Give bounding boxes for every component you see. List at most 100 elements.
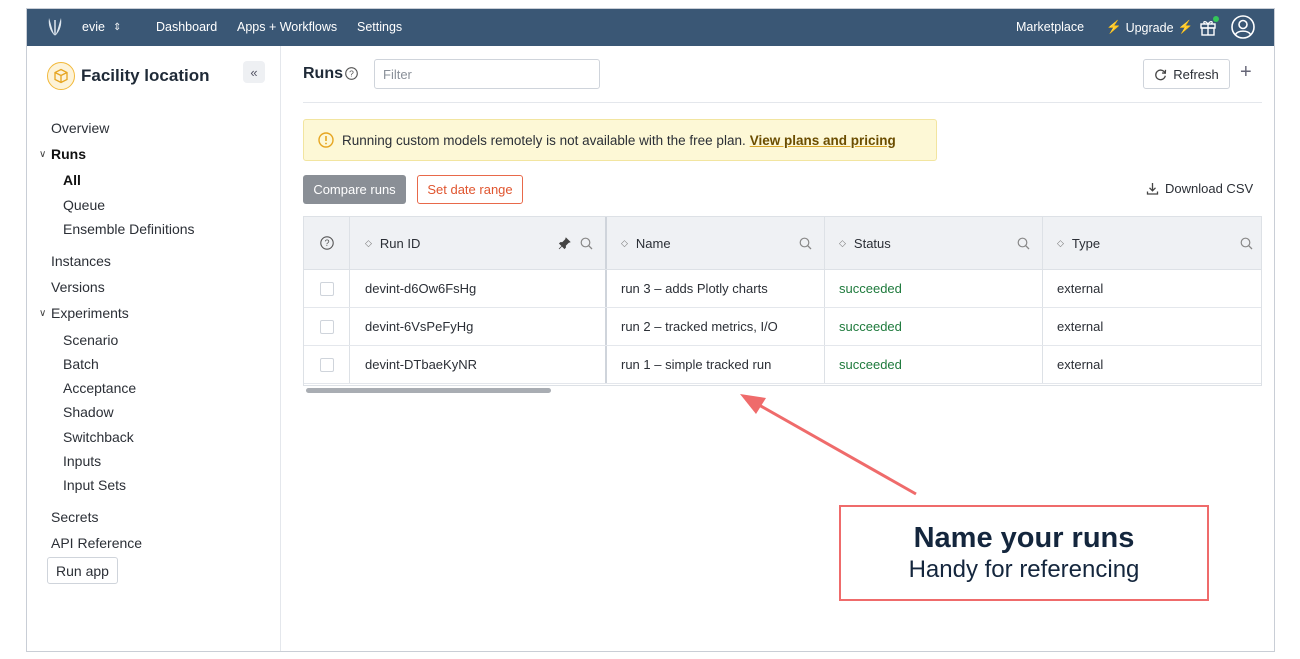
- chevron-updown-icon: ⇕: [112, 21, 122, 33]
- row-checkbox-cell: [304, 346, 350, 383]
- run-status-cell: succeeded: [825, 270, 1043, 307]
- horizontal-scrollbar[interactable]: [306, 388, 551, 393]
- row-checkbox[interactable]: [319, 281, 334, 296]
- run-id-cell[interactable]: devint-DTbaeKyNR: [350, 346, 607, 383]
- run-type-cell: external: [1057, 281, 1104, 296]
- column-header-type[interactable]: ◇ Type: [1043, 217, 1261, 269]
- table-header: ? ◇ Run ID ◇ Name ◇ Status ◇ Type: [304, 217, 1261, 270]
- avatar-icon[interactable]: [1231, 15, 1255, 39]
- runs-table: ? ◇ Run ID ◇ Name ◇ Status ◇ Type devint…: [303, 216, 1262, 386]
- sidebar-item-experiments[interactable]: Experiments: [51, 305, 129, 321]
- warning-icon: [318, 132, 334, 148]
- run-name-cell[interactable]: run 1 – simple tracked run: [607, 346, 825, 383]
- pin-icon[interactable]: [558, 237, 571, 250]
- run-name-cell[interactable]: run 2 – tracked metrics, I/O: [607, 308, 825, 345]
- compare-runs-button[interactable]: Compare runs: [303, 175, 406, 204]
- search-icon[interactable]: [1017, 237, 1030, 250]
- sidebar-item-runs[interactable]: Runs: [51, 146, 86, 162]
- nav-dashboard[interactable]: Dashboard: [156, 20, 217, 34]
- svg-text:?: ?: [349, 69, 354, 79]
- table-row[interactable]: devint-6VsPeFyHg run 2 – tracked metrics…: [304, 308, 1261, 346]
- search-icon[interactable]: [580, 237, 593, 250]
- refresh-icon: [1155, 68, 1167, 80]
- set-date-range-button[interactable]: Set date range: [417, 175, 523, 204]
- nav-apps-workflows[interactable]: Apps + Workflows: [237, 20, 337, 34]
- sort-icon[interactable]: ◇: [621, 238, 628, 249]
- search-icon[interactable]: [1240, 237, 1253, 250]
- run-name-cell[interactable]: run 3 – adds Plotly charts: [607, 270, 825, 307]
- bolt-icon: ⚡: [1177, 20, 1194, 34]
- chevron-down-icon[interactable]: ∨: [39, 308, 46, 319]
- row-checkbox[interactable]: [319, 357, 334, 372]
- help-icon[interactable]: ?: [345, 67, 358, 80]
- sidebar-item-shadow[interactable]: Shadow: [63, 404, 114, 420]
- sort-icon[interactable]: ◇: [839, 238, 846, 249]
- add-run-icon[interactable]: +: [1240, 61, 1252, 84]
- column-header-status[interactable]: ◇ Status: [825, 217, 1043, 269]
- download-csv-button[interactable]: Download CSV: [1146, 181, 1253, 196]
- sidebar-item-overview[interactable]: Overview: [51, 120, 109, 136]
- column-header-run-id[interactable]: ◇ Run ID: [350, 217, 607, 269]
- sidebar-item-scenario[interactable]: Scenario: [63, 332, 118, 348]
- upgrade-button[interactable]: ⚡ Upgrade ⚡: [1106, 20, 1193, 35]
- org-switcher[interactable]: evie ⇕: [82, 20, 121, 34]
- annotation-callout: Name your runs Handy for referencing: [839, 505, 1209, 601]
- table-row[interactable]: devint-d6Ow6FsHg run 3 – adds Plotly cha…: [304, 270, 1261, 308]
- page-title: Runs: [303, 65, 343, 82]
- app-title: Facility location: [81, 66, 210, 85]
- row-checkbox-cell: [304, 270, 350, 307]
- header-help-cell: ?: [304, 217, 350, 269]
- notification-dot: [1213, 16, 1219, 22]
- bolt-icon: ⚡: [1106, 20, 1122, 34]
- sidebar-item-acceptance[interactable]: Acceptance: [63, 380, 136, 396]
- help-icon[interactable]: ?: [319, 236, 334, 250]
- filter-input[interactable]: [374, 59, 600, 89]
- sort-icon[interactable]: ◇: [365, 238, 372, 249]
- run-id-cell[interactable]: devint-6VsPeFyHg: [350, 308, 607, 345]
- sidebar-item-ensemble-definitions[interactable]: Ensemble Definitions: [63, 221, 195, 237]
- table-row[interactable]: devint-DTbaeKyNR run 1 – simple tracked …: [304, 346, 1261, 384]
- top-navigation-bar: evie ⇕ Dashboard Apps + Workflows Settin…: [27, 9, 1274, 46]
- free-plan-alert: Running custom models remotely is not av…: [303, 119, 937, 161]
- nextmv-logo-icon[interactable]: [45, 16, 65, 38]
- divider: [303, 102, 1262, 103]
- nav-marketplace[interactable]: Marketplace: [1016, 20, 1084, 34]
- sidebar-item-switchback[interactable]: Switchback: [63, 429, 134, 445]
- download-icon: [1146, 183, 1159, 195]
- sort-icon[interactable]: ◇: [1057, 238, 1064, 249]
- org-name: evie: [82, 20, 105, 34]
- nav-settings[interactable]: Settings: [357, 20, 402, 34]
- callout-title: Name your runs: [913, 522, 1135, 554]
- sidebar-item-secrets[interactable]: Secrets: [51, 509, 98, 525]
- run-type-cell: external: [1057, 357, 1104, 372]
- collapse-sidebar-icon[interactable]: «: [243, 61, 265, 83]
- column-label: Run ID: [379, 235, 421, 251]
- column-label: Type: [1071, 235, 1101, 251]
- column-header-name[interactable]: ◇ Name: [607, 217, 825, 269]
- upgrade-label: Upgrade: [1125, 20, 1174, 35]
- run-id-cell[interactable]: devint-d6Ow6FsHg: [350, 270, 607, 307]
- run-status-cell: succeeded: [825, 346, 1043, 383]
- sidebar-item-runs-all[interactable]: All: [63, 172, 81, 188]
- callout-subtitle: Handy for referencing: [908, 556, 1140, 583]
- refresh-label: Refresh: [1173, 66, 1219, 82]
- run-app-button[interactable]: Run app: [47, 557, 118, 584]
- chevron-down-icon[interactable]: ∨: [39, 149, 46, 160]
- download-csv-label: Download CSV: [1165, 181, 1254, 196]
- svg-text:?: ?: [324, 238, 329, 248]
- run-type-cell: external: [1057, 319, 1104, 334]
- sidebar-item-inputs[interactable]: Inputs: [63, 453, 101, 469]
- refresh-button[interactable]: Refresh: [1143, 59, 1230, 89]
- sidebar-item-instances[interactable]: Instances: [51, 253, 111, 269]
- search-icon[interactable]: [799, 237, 812, 250]
- sidebar-item-versions[interactable]: Versions: [51, 279, 105, 295]
- view-plans-link[interactable]: View plans and pricing: [750, 133, 896, 148]
- sidebar: Facility location « Overview ∨ Runs All …: [27, 46, 281, 651]
- sidebar-item-input-sets[interactable]: Input Sets: [63, 477, 126, 493]
- sidebar-item-api-reference[interactable]: API Reference: [51, 535, 142, 551]
- alert-text: Running custom models remotely is not av…: [342, 132, 746, 148]
- sidebar-item-runs-queue[interactable]: Queue: [63, 197, 105, 213]
- cube-icon: [47, 62, 75, 90]
- sidebar-item-batch[interactable]: Batch: [63, 356, 99, 372]
- row-checkbox[interactable]: [319, 319, 334, 334]
